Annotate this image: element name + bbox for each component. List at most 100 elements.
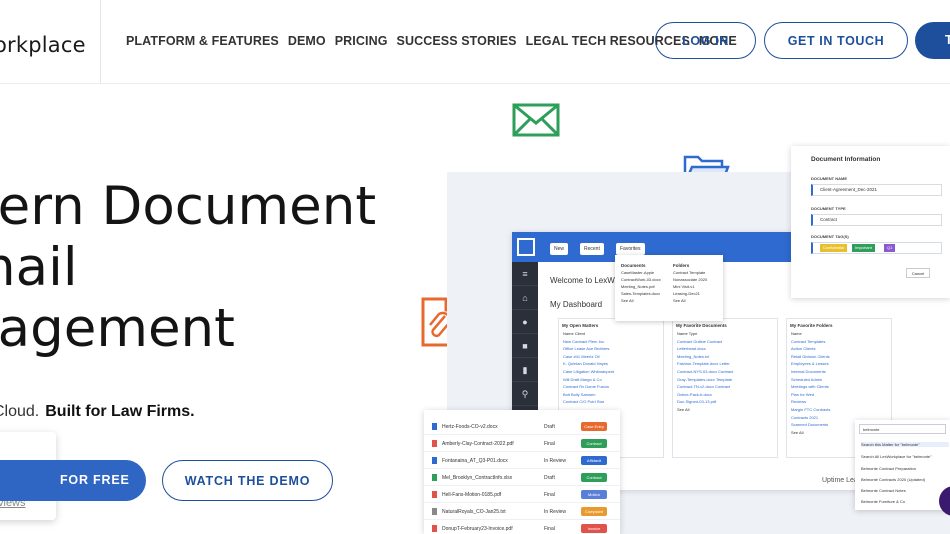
- search-result: Belmonte Contract Preparation: [861, 466, 916, 471]
- file-status: Draft: [544, 424, 555, 430]
- login-button[interactable]: LOG IN: [655, 22, 756, 59]
- panel-title: Document Information: [811, 156, 881, 163]
- card-row: Contract Outline Contract: [677, 338, 723, 344]
- card-row: Scheduled Admin: [791, 376, 823, 382]
- card-row: Case #41 Meertz Oil: [563, 353, 600, 359]
- hero-title-line: mail: [0, 237, 78, 298]
- app-dashboard-title: My Dashboard: [550, 300, 603, 309]
- tagline-bold: Built for Law Firms.: [45, 403, 195, 420]
- card-row: Bolt Bolly Samsen: [563, 391, 596, 397]
- search-results-panel: belmonte Search this Matter for "belmont…: [855, 420, 950, 510]
- card-row: Reviews: [791, 399, 807, 405]
- file-status: Final: [544, 441, 555, 447]
- document-icon: [432, 474, 437, 481]
- try-for-free-button[interactable]: FOR FREE: [0, 460, 146, 501]
- card-row: Letterhead.docx: [677, 346, 706, 352]
- nav-platform-features[interactable]: PLATFORM & FEATURES: [126, 34, 279, 48]
- app-welcome: Welcome to LexWo: [550, 276, 620, 285]
- file-row: NaturalRoyals_CO-Jan25.txt In Review Com…: [424, 503, 620, 520]
- file-status: Draft: [544, 475, 555, 481]
- file-row: Hertz-Foods-CO-v2.docx Draft Case Entry: [424, 418, 620, 435]
- document-icon: [432, 525, 437, 532]
- file-badge: Contract: [581, 473, 607, 482]
- search-input: belmonte: [859, 424, 946, 434]
- file-name: Hertz-Foods-CO-v2.docx: [442, 424, 498, 430]
- card-headers: Name Client: [563, 331, 586, 336]
- file-name: NaturalRoyals_CO-Jan25.txt: [442, 509, 506, 515]
- document-icon: [432, 440, 437, 447]
- nav-pricing[interactable]: PRICING: [335, 34, 388, 48]
- file-badge: Motion: [581, 490, 607, 499]
- file-status: In Review: [544, 509, 566, 515]
- dropdown-folders: Folders Contract Template Nonassociate 2…: [673, 263, 723, 305]
- watch-demo-button[interactable]: WATCH THE DEMO: [162, 460, 333, 501]
- document-icon: [432, 491, 437, 498]
- doc-type-label: DOCUMENT TYPE: [811, 206, 846, 211]
- card-row: Contract C/O Poirt Star: [563, 399, 605, 405]
- search-result: Search All LexWorkplace for "belmonte": [861, 454, 932, 459]
- card-row: Retail Division Clients: [791, 353, 830, 359]
- card-row: Contract-NYS-03.docx Contract: [677, 368, 734, 374]
- app-logo-icon: [517, 238, 535, 256]
- app-favorites-button: Favorites: [616, 243, 645, 255]
- card-favorite-documents: My Favorite Documents Name Type Contract…: [672, 318, 778, 458]
- app-new-button: New: [550, 243, 569, 255]
- card-row: Fashion-Template.docx Letter: [677, 361, 730, 367]
- file-badge: Invoice: [581, 524, 607, 533]
- file-row: DonupT-February23-Invoice.pdf Final Invo…: [424, 520, 620, 534]
- dropdown-header: Documents: [621, 263, 646, 268]
- file-badge: Complaint: [581, 507, 607, 516]
- tagline-prefix: Cloud.: [0, 403, 40, 420]
- file-row: Hell-Fans-Motion-0185.pdf Final Motion: [424, 486, 620, 503]
- file-name: Fontanaina_AT_Q3-P01.docx: [442, 458, 508, 464]
- file-status: Final: [544, 492, 555, 498]
- card-row: Contract Templates: [791, 338, 826, 344]
- doc-type-field: Contract: [811, 214, 942, 226]
- card-headers: Name: [791, 331, 802, 336]
- favorites-dropdown: Documents CaseMaster-Apple ContractWork-…: [615, 255, 723, 321]
- dropdown-see-all: See All: [621, 298, 634, 303]
- get-in-touch-button[interactable]: GET IN TOUCH: [764, 22, 908, 59]
- tag-chip: Q1: [884, 244, 896, 252]
- dropdown-item: CaseMaster-Apple: [621, 270, 655, 275]
- card-row: Will Draft Margo & Co: [563, 376, 602, 382]
- file-name: Mel_Brooklyn_ContractInfo.xlsx: [442, 475, 513, 481]
- nav-demo[interactable]: DEMO: [288, 34, 326, 48]
- file-status: In Review: [544, 458, 566, 464]
- try-free-header-button[interactable]: T: [915, 22, 950, 59]
- file-status: Final: [544, 526, 555, 532]
- card-row: Margin FTC Contracts: [791, 406, 831, 412]
- main-nav: PLATFORM & FEATURES DEMO PRICING SUCCESS…: [126, 34, 746, 48]
- dropdown-item: Mini Visit-v1: [673, 284, 695, 289]
- dropdown-item: Contract Template: [673, 270, 706, 275]
- document-icon: [432, 457, 437, 464]
- card-row: Online-Pack-b.docx: [677, 391, 712, 397]
- dropdown-see-all: See All: [673, 298, 686, 303]
- menu-icon: ≡: [512, 262, 538, 286]
- dropdown-item: Nonassociate 2020: [673, 277, 708, 282]
- card-row: New Contract Plem Inc.: [563, 338, 606, 344]
- nav-success-stories[interactable]: SUCCESS STORIES: [397, 34, 517, 48]
- card-row: Contract Rx Dome Fusion: [563, 384, 610, 390]
- site-header: orkplace PLATFORM & FEATURES DEMO PRICIN…: [0, 0, 950, 84]
- logo[interactable]: orkplace: [0, 0, 101, 84]
- hero-title-line: dern Document: [0, 176, 377, 237]
- card-row: Gray-Templates.docx Template: [677, 376, 733, 382]
- card-title: My Favorite Folders: [790, 323, 833, 328]
- folder-icon: ▮: [512, 358, 538, 382]
- logo-text[interactable]: orkplace: [0, 33, 86, 57]
- file-list: Hertz-Foods-CO-v2.docx Draft Case Entry …: [424, 410, 620, 534]
- search-icon: ⚲: [512, 382, 538, 406]
- file-row: Fontanaina_AT_Q3-P01.docx In Review Affi…: [424, 452, 620, 469]
- uptime-label: Uptime Lea: [822, 477, 858, 484]
- tag-chip: Important: [852, 244, 875, 252]
- dropdown-header: Folders: [673, 263, 690, 268]
- card-row: Employees & Leases: [791, 361, 829, 367]
- hero-title: dern Document mail nagement: [0, 176, 376, 359]
- file-name: Hell-Fans-Motion-0185.pdf: [442, 492, 502, 498]
- card-row: Contract-TN-v2.docx Contract: [677, 384, 731, 390]
- doc-name-label: DOCUMENT NAME: [811, 176, 847, 181]
- card-row: Meeting_Notes.txt: [677, 353, 710, 359]
- card-headers: Name Type: [677, 331, 698, 336]
- dropdown-documents: Documents CaseMaster-Apple ContractWork-…: [621, 263, 671, 305]
